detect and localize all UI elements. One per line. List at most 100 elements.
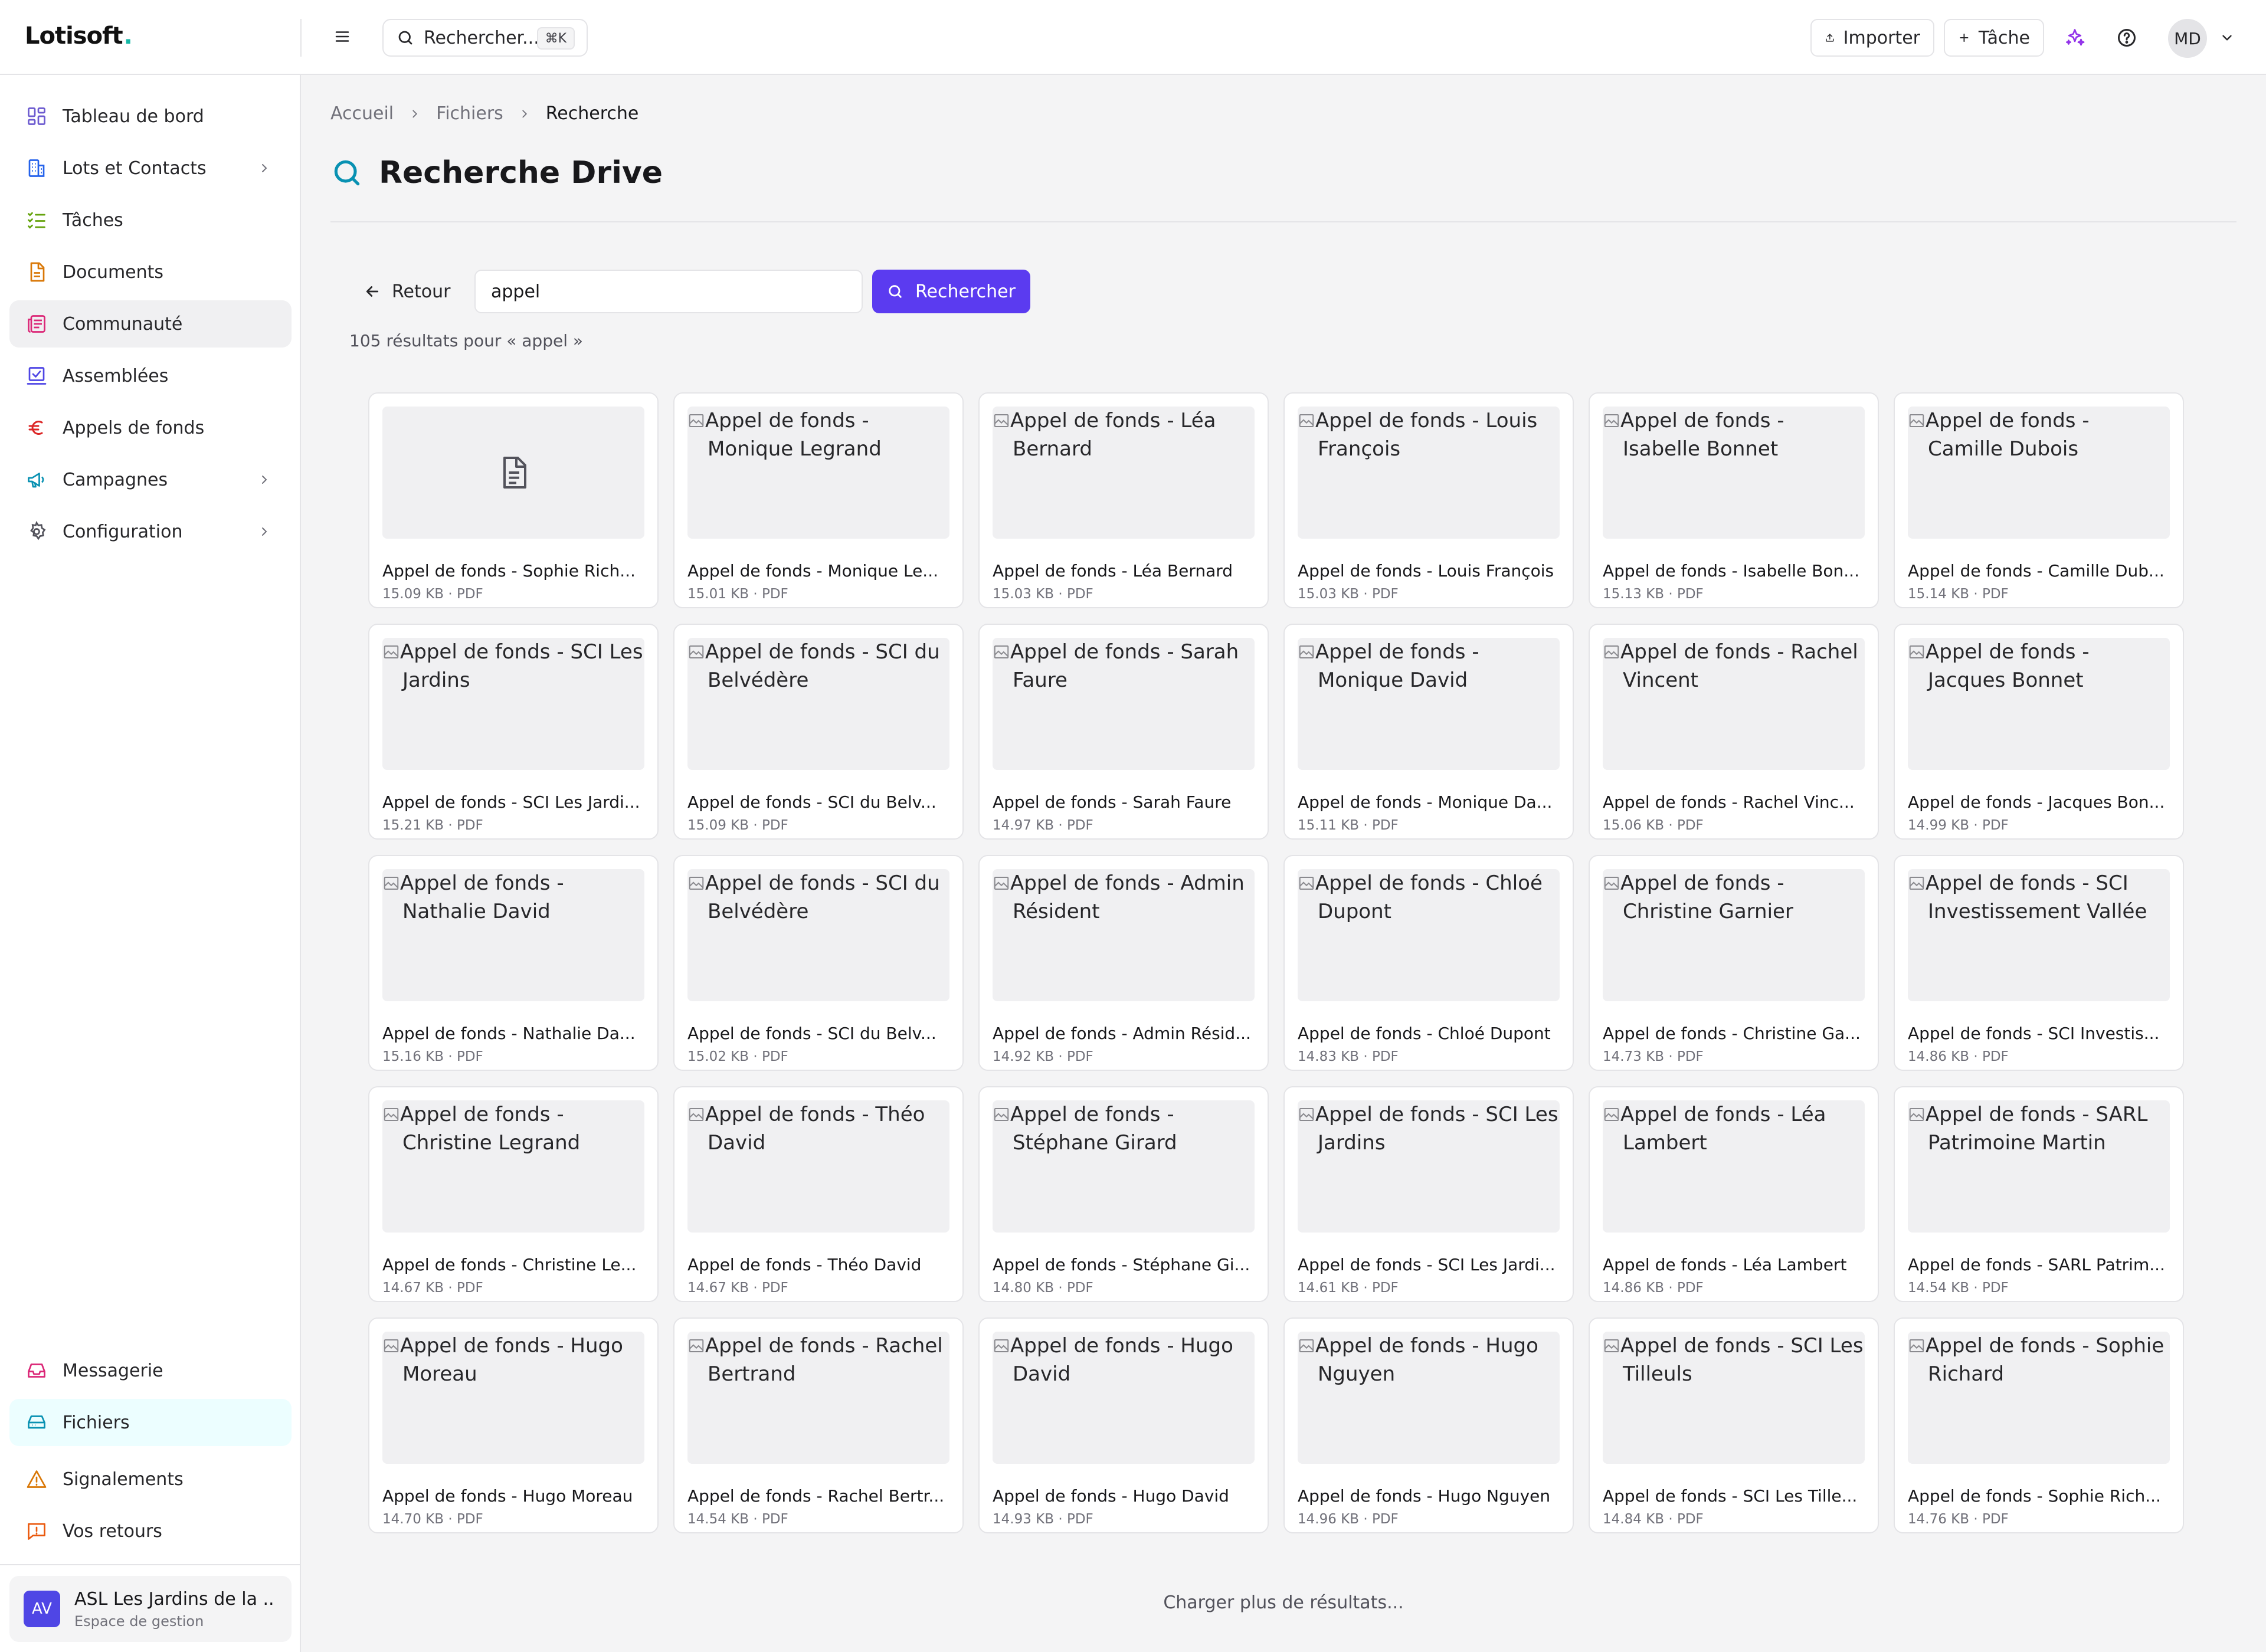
file-card[interactable]: Appel de fonds - Louis François Appel de … (1283, 392, 1574, 608)
file-card[interactable]: Appel de fonds - Monique David Appel de f… (1283, 624, 1574, 840)
file-name: Appel de fonds - Jacques Bon... (1908, 792, 2165, 812)
thumbnail-alt-text: Appel de fonds - Jacques Bonnet (1908, 638, 2170, 694)
drive-icon (24, 1410, 50, 1435)
sidebar-item-label: Tâches (63, 209, 123, 231)
thumbnail-alt-text: Appel de fonds - SCI Les Tilleuls (1603, 1332, 1865, 1388)
file-card[interactable]: Appel de fonds - SCI Les Jardins Appel de… (1283, 1086, 1574, 1302)
thumbnail-alt-text: Appel de fonds - Admin Résident (993, 869, 1255, 926)
thumbnail-alt-text: Appel de fonds - Monique Legrand (687, 407, 949, 463)
thumbnail-alt-text: Appel de fonds - SCI du Belvédère (687, 638, 949, 694)
global-search-input[interactable]: Rechercher... ⌘K (382, 19, 588, 57)
thumbnail-alt-label: Appel de fonds - Hugo Moreau (400, 1334, 623, 1386)
chevron-right-icon (516, 106, 533, 122)
user-menu-chevron[interactable] (2216, 27, 2238, 48)
drive-search-input[interactable] (474, 270, 863, 313)
menu-toggle-button[interactable] (329, 24, 355, 50)
file-card[interactable]: Appel de fonds - Sarah Faure Appel de fon… (978, 624, 1269, 840)
file-card[interactable]: Appel de fonds - SCI du Belvédère Appel d… (673, 624, 964, 840)
file-card[interactable]: Appel de fonds - Stéphane Girard Appel de… (978, 1086, 1269, 1302)
sidebar-item-configuration[interactable]: Configuration (9, 508, 292, 555)
file-thumbnail: Appel de fonds - Hugo Nguyen (1298, 1332, 1560, 1464)
file-card[interactable]: Appel de fonds - SCI du Belvédère Appel d… (673, 855, 964, 1071)
new-task-button[interactable]: Tâche (1944, 19, 2044, 57)
file-card[interactable]: Appel de fonds - Monique Legrand Appel de… (673, 392, 964, 608)
file-card[interactable]: Appel de fonds - Hugo David Appel de fond… (978, 1317, 1269, 1533)
file-card[interactable]: Appel de fonds - Léa Lambert Appel de fon… (1589, 1086, 1879, 1302)
thumbnail-alt-text: Appel de fonds - Isabelle Bonnet (1603, 407, 1865, 463)
thumbnail-alt-text: Appel de fonds - Hugo Moreau (382, 1332, 644, 1388)
help-button[interactable] (2113, 24, 2141, 52)
file-card[interactable]: Appel de fonds - Rachel Vincent Appel de … (1589, 624, 1879, 840)
logo-text: Lotisoft (25, 22, 123, 50)
sidebar-item-dashboard[interactable]: Tableau de bord (9, 93, 292, 140)
sidebar-item-fund-calls[interactable]: Appels de fonds (9, 404, 292, 451)
thumbnail-alt-text: Appel de fonds - Sarah Faure (993, 638, 1255, 694)
file-card[interactable]: Appel de fonds - SARL Patrimoine Martin A… (1894, 1086, 2184, 1302)
thumbnail-alt-text: Appel de fonds - Léa Lambert (1603, 1100, 1865, 1157)
file-card[interactable]: Appel de fonds - Jacques Bonnet Appel de … (1894, 624, 2184, 840)
file-card[interactable]: Appel de fonds - Nathalie David Appel de … (368, 855, 659, 1071)
file-name: Appel de fonds - Hugo Nguyen (1298, 1486, 1551, 1506)
thumbnail-alt-label: Appel de fonds - SCI Les Jardins (1315, 1103, 1558, 1155)
sidebar-item-tasks[interactable]: Tâches (9, 196, 292, 244)
sidebar-item-label: Vos retours (63, 1520, 162, 1542)
file-card[interactable]: Appel de fonds - Hugo Moreau Appel de fon… (368, 1317, 659, 1533)
file-card[interactable]: Appel de fonds - Chloé Dupont Appel de fo… (1283, 855, 1574, 1071)
sidebar-item-messaging[interactable]: Messagerie (9, 1347, 292, 1394)
import-button[interactable]: Importer (1810, 19, 1934, 57)
hamburger-icon (335, 31, 349, 42)
sidebar-item-lots-contacts[interactable]: Lots et Contacts (9, 145, 292, 192)
file-name: Appel de fonds - Sophie Rich... (382, 561, 636, 581)
file-card[interactable]: Appel de fonds - Théo David Appel de fond… (673, 1086, 964, 1302)
search-submit-button[interactable]: Rechercher (872, 270, 1030, 313)
sidebar-item-campaigns[interactable]: Campagnes (9, 456, 292, 503)
sidebar-item-label: Documents (63, 261, 164, 283)
file-thumbnail: Appel de fonds - Christine Legrand (382, 1100, 644, 1233)
sidebar-item-documents[interactable]: Documents (9, 248, 292, 296)
sidebar-item-files[interactable]: Fichiers (9, 1399, 292, 1446)
app-logo[interactable]: Lotisoft. (25, 22, 133, 50)
sidebar-item-label: Lots et Contacts (63, 158, 207, 179)
file-card[interactable]: Appel de fonds - Camille Dubois Appel de … (1894, 392, 2184, 608)
sidebar-item-feedback[interactable]: Vos retours (9, 1507, 292, 1555)
file-card[interactable]: Appel de fonds - SCI Les Jardins Appel de… (368, 624, 659, 840)
breadcrumb-home[interactable]: Accueil (330, 103, 394, 124)
file-card[interactable]: Appel de fonds - Isabelle Bonnet Appel de… (1589, 392, 1879, 608)
file-name: Appel de fonds - Léa Lambert (1603, 1255, 1847, 1274)
file-thumbnail: Appel de fonds - Sophie Richard (1908, 1332, 2170, 1464)
broken-image-icon (1299, 414, 1314, 427)
load-more-button[interactable]: Charger plus de résultats... (1163, 1592, 1403, 1613)
back-button[interactable]: Retour (356, 271, 457, 312)
file-card[interactable]: Appel de fonds - SCI Les Tilleuls Appel d… (1589, 1317, 1879, 1533)
inbox-icon (24, 1358, 50, 1384)
thumbnail-alt-text: Appel de fonds - Christine Legrand (382, 1100, 644, 1157)
chevron-right-icon (254, 521, 275, 542)
broken-image-icon (1299, 877, 1314, 890)
file-card[interactable]: Appel de fonds - Sophie Rich... 15.09 KB … (368, 392, 659, 608)
broken-image-icon (1299, 1339, 1314, 1352)
file-card[interactable]: Appel de fonds - Admin Résident Appel de … (978, 855, 1269, 1071)
sidebar-item-community[interactable]: Communauté (9, 300, 292, 348)
sidebar-item-label: Communauté (63, 313, 183, 335)
thumbnail-alt-label: Appel de fonds - Monique Legrand (705, 409, 882, 461)
file-meta: 15.09 KB · PDF (687, 818, 788, 833)
thumbnail-alt-text: Appel de fonds - Louis François (1298, 407, 1560, 463)
user-avatar[interactable]: MD (2168, 19, 2207, 58)
file-card[interactable]: Appel de fonds - Léa Bernard Appel de fon… (978, 392, 1269, 608)
file-name: Appel de fonds - Sophie Rich... (1908, 1486, 2161, 1506)
thumbnail-alt-label: Appel de fonds - Isabelle Bonnet (1620, 409, 1784, 461)
ai-assistant-button[interactable] (2061, 24, 2089, 52)
breadcrumb-files[interactable]: Fichiers (436, 103, 503, 124)
file-card[interactable]: Appel de fonds - Hugo Nguyen Appel de fon… (1283, 1317, 1574, 1533)
file-card[interactable]: Appel de fonds - SCI Investissement Vall… (1894, 855, 2184, 1071)
sidebar-item-reports[interactable]: Signalements (9, 1456, 292, 1503)
file-card[interactable]: Appel de fonds - Sophie Richard Appel de … (1894, 1317, 2184, 1533)
file-card[interactable]: Appel de fonds - Rachel Bertrand Appel de… (673, 1317, 964, 1533)
file-card[interactable]: Appel de fonds - Christine Legrand Appel … (368, 1086, 659, 1302)
file-meta: 14.84 KB · PDF (1603, 1512, 1704, 1527)
file-thumbnail: Appel de fonds - Camille Dubois (1908, 407, 2170, 539)
file-card[interactable]: Appel de fonds - Christine Garnier Appel … (1589, 855, 1879, 1071)
organization-switcher[interactable]: AV ASL Les Jardins de la ... Espace de g… (9, 1576, 292, 1642)
thumbnail-alt-label: Appel de fonds - Monique David (1315, 640, 1479, 692)
sidebar-item-assemblies[interactable]: Assemblées (9, 352, 292, 399)
